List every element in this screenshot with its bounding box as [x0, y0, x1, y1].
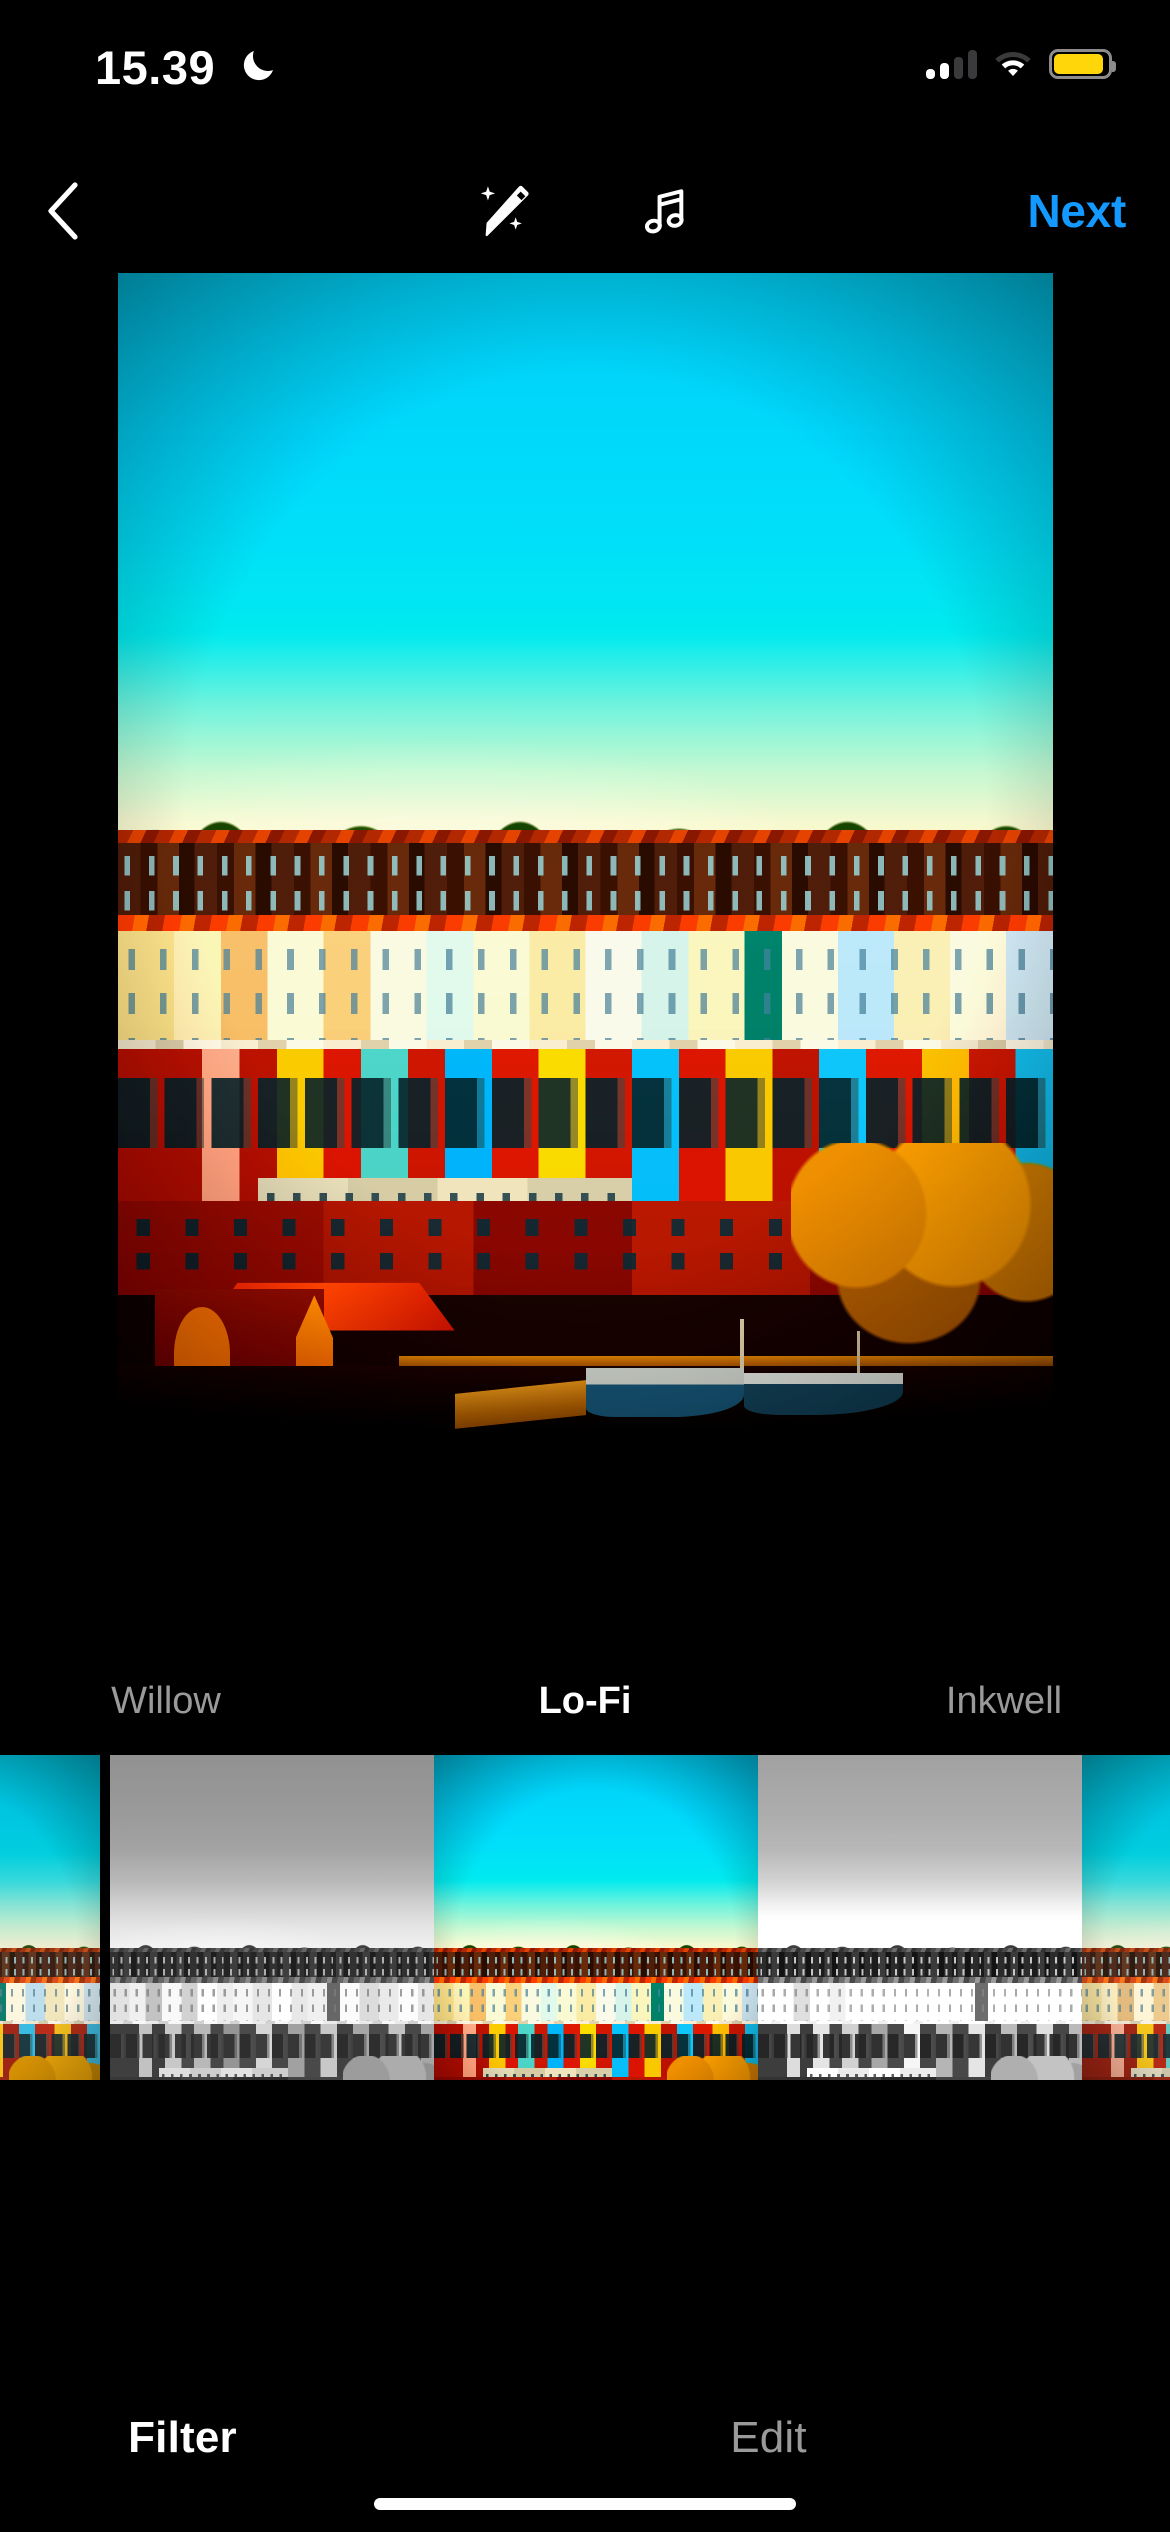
- home-indicator[interactable]: [374, 2498, 796, 2510]
- status-bar-indicators: [926, 45, 1116, 83]
- status-bar-time: 15.39: [95, 41, 216, 94]
- cellular-signal-icon: [926, 49, 977, 79]
- tab-filter[interactable]: Filter: [0, 2400, 475, 2476]
- editor-nav-bar: Next: [0, 150, 1170, 270]
- filter-thumb-willow[interactable]: [110, 1755, 434, 2080]
- filter-carousel[interactable]: [0, 1755, 1170, 2080]
- filter-label-lofi[interactable]: Lo-Fi: [423, 1672, 747, 1730]
- filter-vignette: [118, 273, 1053, 1448]
- thumb-scene: [0, 1755, 100, 2080]
- filter-thumb-partial-right[interactable]: [1082, 1755, 1170, 2080]
- status-bar: 15.39: [0, 0, 1170, 130]
- magic-wand-button[interactable]: [470, 176, 540, 246]
- filter-thumb-lofi[interactable]: [434, 1755, 758, 2080]
- nav-tools: [0, 168, 1170, 254]
- thumb-scene: [1082, 1755, 1170, 2080]
- app-screen: 15.39 Next Willow Lo-Fi Inkwell Filter E…: [0, 0, 1170, 2532]
- photo-preview[interactable]: [118, 273, 1053, 1448]
- thumb-scene: [758, 1755, 1082, 2080]
- editor-mode-tabs: Filter Edit: [0, 2400, 1170, 2476]
- filter-thumb-partial-left[interactable]: [0, 1755, 100, 2080]
- filter-label-willow[interactable]: Willow: [4, 1672, 328, 1730]
- tab-edit[interactable]: Edit: [476, 2400, 1061, 2476]
- thumb-scene: [434, 1755, 758, 2080]
- thumb-scene: [110, 1755, 434, 2080]
- filter-label-row: Willow Lo-Fi Inkwell: [0, 1672, 1170, 1730]
- wifi-icon: [995, 52, 1031, 76]
- photo-scene: [118, 273, 1053, 1448]
- next-button[interactable]: Next: [1027, 168, 1126, 254]
- music-note-icon: [644, 189, 684, 234]
- crescent-moon-icon: [243, 51, 273, 81]
- music-button[interactable]: [630, 176, 700, 246]
- filter-label-inkwell[interactable]: Inkwell: [842, 1672, 1166, 1730]
- magic-wand-icon: [480, 185, 529, 237]
- battery-icon: [1049, 49, 1116, 79]
- filter-thumb-inkwell[interactable]: [758, 1755, 1082, 2080]
